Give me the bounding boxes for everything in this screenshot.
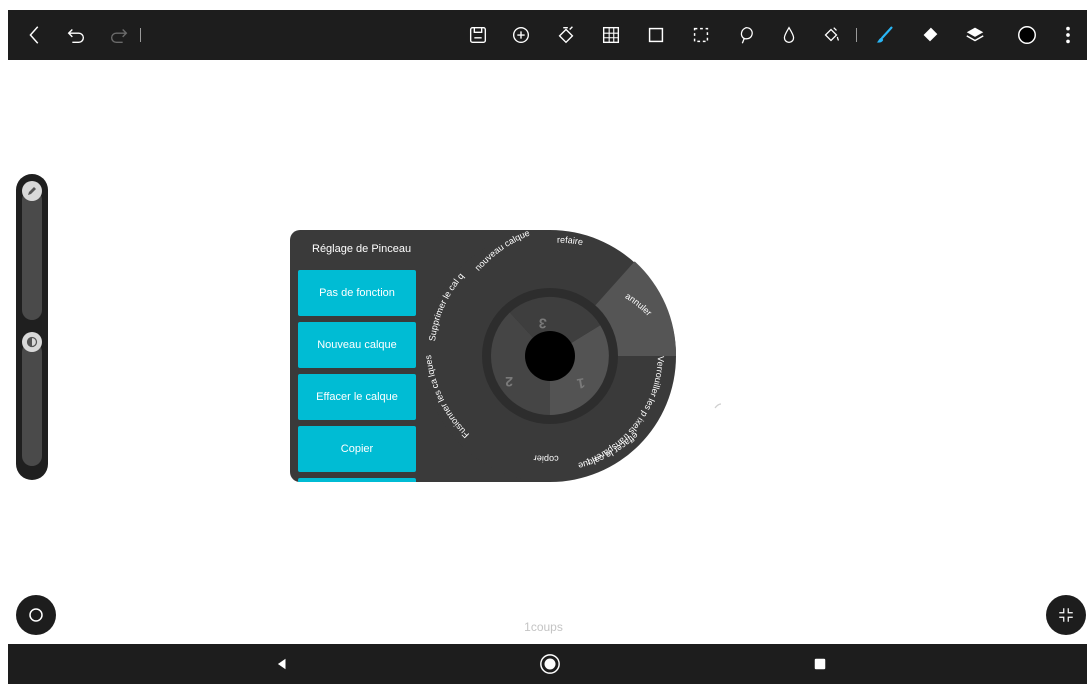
copy-segment[interactable]: copier bbox=[533, 453, 559, 464]
recents-square-icon[interactable] bbox=[806, 650, 834, 678]
stroke-count: 1coups bbox=[524, 620, 563, 634]
home-circle-icon[interactable] bbox=[536, 650, 564, 678]
delete-layer-segment[interactable]: Supprimer le cal que bbox=[0, 0, 466, 342]
inner-number-3: 3 bbox=[538, 315, 547, 332]
back-triangle-icon[interactable] bbox=[268, 650, 296, 678]
canvas-stroke bbox=[714, 403, 722, 409]
inner-number-2: 2 bbox=[505, 374, 513, 390]
wheel-center[interactable] bbox=[525, 331, 575, 381]
radial-menu: 1 2 3 nouveau calque refaire annuler Ver… bbox=[0, 0, 722, 482]
navigation-bar bbox=[8, 644, 1087, 684]
